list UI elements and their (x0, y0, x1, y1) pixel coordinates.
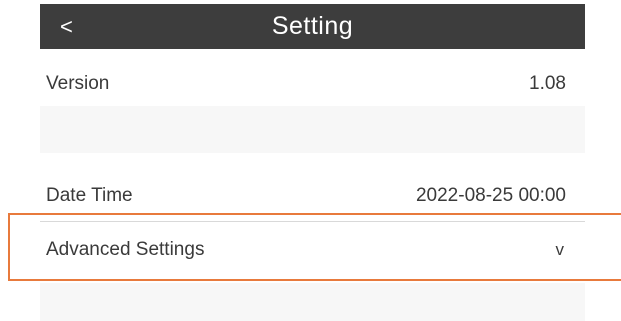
date-time-row[interactable]: Date Time 2022-08-25 00:00 (40, 174, 585, 218)
header-bar: < Setting (40, 4, 585, 49)
date-time-label: Date Time (46, 185, 133, 206)
spacer-band (40, 106, 585, 153)
advanced-settings-label: Advanced Settings (46, 239, 205, 260)
version-value: 1.08 (529, 73, 566, 94)
advanced-settings-row[interactable]: Advanced Settings v (40, 228, 585, 272)
version-label: Version (46, 73, 110, 94)
page-title: Setting (271, 12, 354, 40)
date-time-value[interactable]: 2022-08-25 00:00 (416, 174, 566, 218)
bottom-band (40, 283, 585, 321)
version-row: Version 1.08 (40, 62, 585, 106)
chevron-down-icon[interactable]: v (556, 228, 565, 272)
